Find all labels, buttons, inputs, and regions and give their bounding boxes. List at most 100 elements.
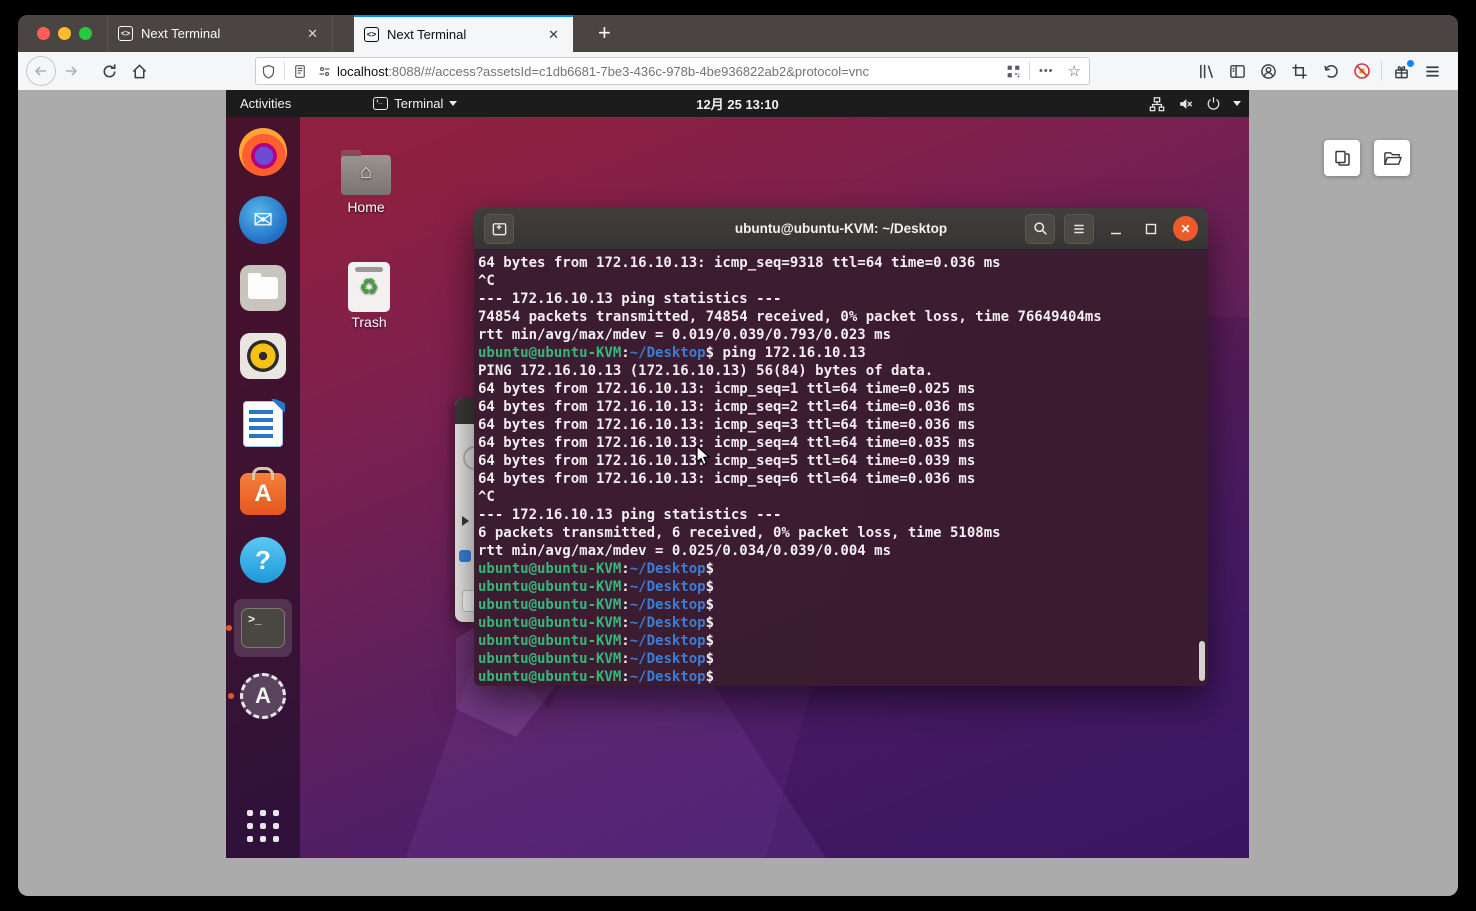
tab-bar: <> Next Terminal ✕ <> Next Terminal ✕ + [18, 15, 1458, 52]
background-window-button[interactable] [462, 590, 474, 612]
address-bar[interactable]: localhost:8088/#/access?assetsId=c1db668… [255, 57, 1090, 85]
divider [284, 62, 285, 80]
terminal-line: ^C [478, 488, 1208, 506]
new-tab-button[interactable]: + [590, 20, 619, 46]
tab-label: Next Terminal [387, 27, 544, 42]
app-menu-terminal[interactable]: ›_ Terminal [373, 96, 457, 111]
next-terminal-favicon: <> [364, 27, 379, 42]
trash-icon: ♻ [348, 262, 390, 312]
terminal-line: ubuntu@ubuntu-KVM:~/Desktop$ [478, 632, 1208, 650]
background-window-edge[interactable] [455, 398, 474, 622]
terminal-line: 64 bytes from 172.16.10.13: icmp_seq=2 t… [478, 398, 1208, 416]
terminal-line: ubuntu@ubuntu-KVM:~/Desktop$ [478, 560, 1208, 578]
hamburger-menu-icon[interactable] [1417, 56, 1448, 86]
back-button[interactable] [26, 56, 56, 86]
rhythmbox-icon [240, 333, 286, 379]
terminal-scrollbar-thumb[interactable] [1199, 641, 1205, 681]
file-manager-button[interactable] [1374, 140, 1410, 176]
forward-button[interactable] [56, 56, 86, 86]
screenshot-crop-icon[interactable] [1284, 56, 1315, 86]
desktop-icon-label: Trash [340, 314, 398, 330]
divider [1029, 62, 1030, 80]
dock-item-firefox[interactable] [239, 128, 287, 176]
dock-item-software-updater[interactable]: A [239, 672, 287, 720]
sidebars-icon[interactable] [1222, 56, 1253, 86]
dock-item-rhythmbox[interactable] [239, 332, 287, 380]
terminal-line: 64 bytes from 172.16.10.13: icmp_seq=5 t… [478, 452, 1208, 470]
site-permissions-icon[interactable] [312, 64, 337, 79]
account-icon[interactable] [1253, 56, 1284, 86]
terminal-close-button[interactable]: ✕ [1173, 216, 1198, 241]
tab-close-icon[interactable]: ✕ [544, 25, 563, 45]
qr-extension-icon[interactable] [1001, 64, 1026, 79]
libreoffice-writer-icon [243, 401, 283, 447]
macos-close-button[interactable] [37, 27, 50, 40]
dock-item-help[interactable]: ? [239, 536, 287, 584]
url-text[interactable]: localhost:8088/#/access?assetsId=c1db668… [337, 64, 1001, 79]
terminal-maximize-button[interactable] [1138, 216, 1164, 242]
system-tray[interactable] [1149, 90, 1241, 117]
tracking-protection-shield-icon[interactable] [256, 64, 281, 79]
tab-next-terminal-1[interactable]: <> Next Terminal ✕ [107, 15, 333, 52]
terminal-line: 74854 packets transmitted, 74854 receive… [478, 308, 1208, 326]
terminal-line: ubuntu@ubuntu-KVM:~/Desktop$ [478, 668, 1208, 686]
running-indicator-dot [226, 625, 232, 631]
terminal-window[interactable]: ubuntu@ubuntu-KVM: ~/Desktop ✕ [474, 208, 1208, 686]
bookmark-star-icon[interactable]: ☆ [1060, 62, 1089, 80]
terminal-line: ubuntu@ubuntu-KVM:~/Desktop$ [478, 614, 1208, 632]
tab-next-terminal-2[interactable]: <> Next Terminal ✕ [354, 15, 573, 52]
terminal-line: rtt min/avg/max/mdev = 0.019/0.039/0.793… [478, 326, 1208, 344]
terminal-line: 64 bytes from 172.16.10.13: icmp_seq=931… [478, 254, 1208, 272]
terminal-titlebar[interactable]: ubuntu@ubuntu-KVM: ~/Desktop ✕ [474, 208, 1208, 250]
expander-triangle-icon [462, 516, 469, 526]
chevron-down-icon [449, 101, 457, 106]
show-applications-icon [243, 806, 283, 846]
terminal-body[interactable]: 64 bytes from 172.16.10.13: icmp_seq=931… [474, 250, 1208, 686]
power-icon [1206, 96, 1221, 111]
volume-muted-icon [1177, 96, 1194, 112]
gnome-top-bar: Activities ›_ Terminal 12月 25 13:10 [226, 90, 1249, 117]
background-window-titlebar [455, 398, 474, 424]
macos-minimize-button[interactable] [58, 27, 71, 40]
terminal-output: 64 bytes from 172.16.10.13: icmp_seq=931… [478, 254, 1208, 686]
dock-item-ubuntu-software[interactable]: A [239, 468, 287, 516]
dock-item-libreoffice-writer[interactable] [239, 400, 287, 448]
page-actions-icon[interactable]: ••• [1033, 65, 1060, 77]
blocked-addon-icon[interactable] [1346, 56, 1377, 86]
terminal-minimize-button[interactable] [1103, 216, 1129, 242]
url-rest: :8088/#/access?assetsId=c1db6681-7be3-43… [388, 64, 869, 79]
whats-new-gift-icon[interactable] [1386, 56, 1417, 86]
library-icon[interactable] [1191, 56, 1222, 86]
terminal-line: rtt min/avg/max/mdev = 0.025/0.034/0.039… [478, 542, 1208, 560]
background-window-spinner [463, 446, 474, 470]
macos-zoom-button[interactable] [79, 27, 92, 40]
terminal-line: 64 bytes from 172.16.10.13: icmp_seq=1 t… [478, 380, 1208, 398]
activities-button[interactable]: Activities [226, 96, 305, 111]
browser-window: <> Next Terminal ✕ <> Next Terminal ✕ + [18, 15, 1458, 896]
chevron-down-icon [1233, 101, 1241, 106]
terminal-menu-button[interactable] [1064, 214, 1094, 244]
dock-item-terminal-active[interactable]: >_ [234, 599, 292, 657]
undo-closed-tab-icon[interactable] [1315, 56, 1346, 86]
notification-dot [1407, 60, 1414, 67]
software-updater-icon: A [240, 673, 286, 719]
page-info-icon[interactable] [288, 64, 312, 79]
dock-item-files[interactable] [239, 264, 287, 312]
vnc-remote-screen[interactable]: Activities ›_ Terminal 12月 25 13:10 ✉ A … [226, 90, 1249, 858]
home-button[interactable] [124, 56, 154, 86]
dock: ✉ A ? >_ A [226, 117, 300, 858]
terminal-new-tab-button[interactable] [484, 214, 514, 244]
terminal-search-button[interactable] [1025, 214, 1055, 244]
dock-item-show-applications[interactable] [239, 802, 287, 850]
next-terminal-favicon: <> [118, 26, 133, 41]
dock-item-thunderbird[interactable]: ✉ [239, 196, 287, 244]
desktop-icon-trash[interactable]: ♻ Trash [340, 262, 398, 330]
tab-close-icon[interactable]: ✕ [303, 24, 322, 44]
firefox-icon [239, 128, 287, 176]
terminal-icon: >_ [241, 608, 285, 648]
clipboard-copy-button[interactable] [1324, 140, 1360, 176]
terminal-line: 64 bytes from 172.16.10.13: icmp_seq=6 t… [478, 470, 1208, 488]
desktop-icon-home[interactable]: Home [337, 155, 395, 215]
terminal-mini-icon: ›_ [373, 97, 388, 110]
reload-button[interactable] [94, 56, 124, 86]
